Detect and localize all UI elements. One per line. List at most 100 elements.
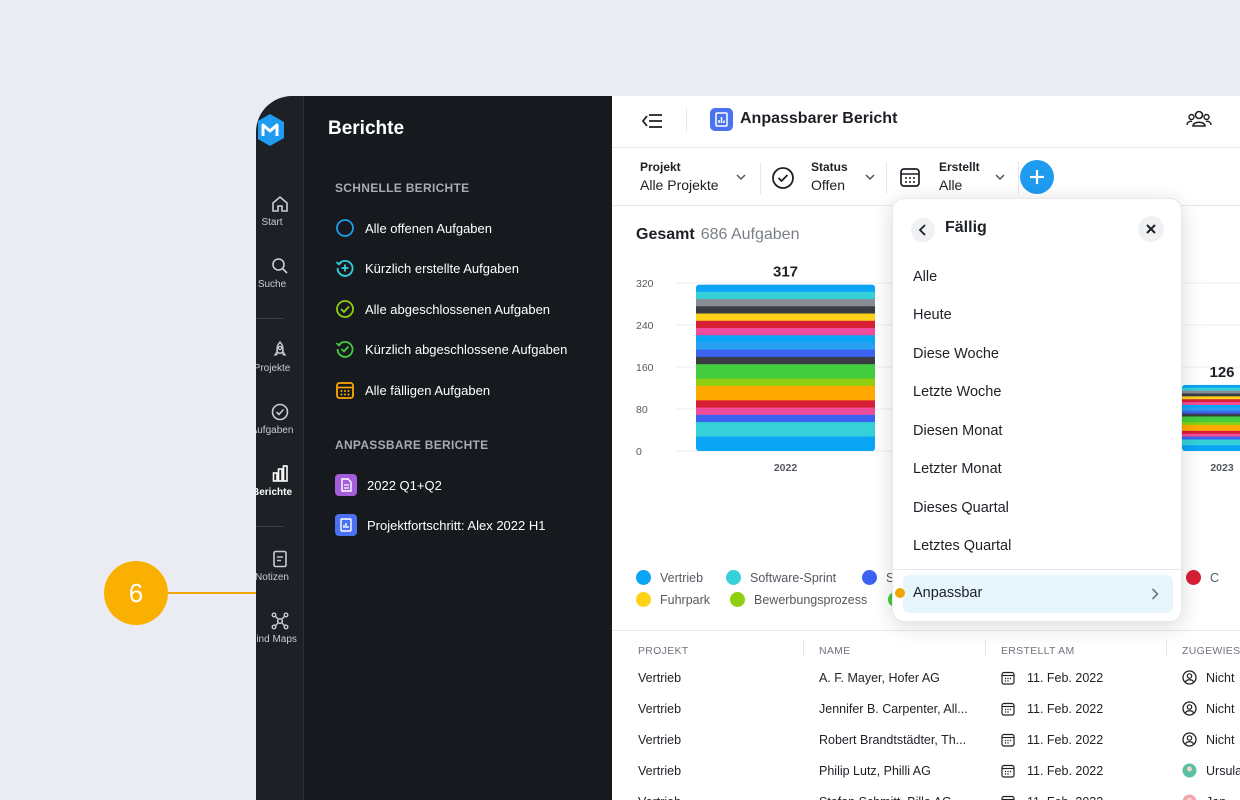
bar-segment <box>696 407 875 416</box>
document-icon <box>335 474 357 496</box>
bar-segment <box>696 371 875 380</box>
bar-segment <box>696 414 875 423</box>
collapse-sidebar-icon[interactable] <box>640 110 664 132</box>
project-filter-value: Alle Projekte <box>640 177 719 193</box>
cell-assignee: Nicht <box>1206 702 1235 716</box>
legend-swatch <box>726 570 741 585</box>
bar-segment <box>696 385 875 394</box>
app-logo-icon <box>258 114 284 146</box>
due-option-last-month[interactable]: Letzter Monat <box>913 461 1002 477</box>
quick-report-due[interactable]: Alle fälligen Aufgaben <box>335 378 490 402</box>
due-option-this-quarter[interactable]: Dieses Quartal <box>913 500 1009 516</box>
calendar-icon <box>900 168 920 187</box>
legend-swatch <box>636 570 651 585</box>
due-option-this-week[interactable]: Diese Woche <box>913 346 999 362</box>
legend-swatch <box>730 592 745 607</box>
filter-divider <box>760 162 761 194</box>
custom-report-2022-q1q2[interactable]: 2022 Q1+Q2 <box>335 473 442 497</box>
due-date-dropdown: Fällig Alle Heute Diese Woche Letzte Woc… <box>892 198 1183 622</box>
step-callout-badge: 6 <box>104 561 168 625</box>
nav-tasks[interactable]: Aufgaben <box>256 402 304 436</box>
due-option-today[interactable]: Heute <box>913 307 952 323</box>
cell-project: Vertrieb <box>638 702 682 716</box>
table-row[interactable]: Vertrieb A. F. Mayer, Hofer AG 11. Feb. 20… <box>612 663 1240 694</box>
due-option-custom[interactable]: Anpassbar <box>903 575 1173 613</box>
legend-item[interactable]: Vertrieb <box>636 570 703 585</box>
chevron-down-icon <box>736 174 746 180</box>
total-summary: Gesamt 686 Aufgaben <box>636 226 799 244</box>
column-header-assignee[interactable]: ZUGEWIESE <box>1182 645 1240 657</box>
bar-segment <box>696 342 875 351</box>
column-header-created[interactable]: ERSTELLT AM <box>1001 645 1075 657</box>
column-separator <box>1166 639 1167 657</box>
cell-created-date: 11. Feb. 2022 <box>1027 733 1104 747</box>
total-count: 686 Aufgaben <box>700 226 800 243</box>
cell-assignee: Nicht <box>1206 671 1235 685</box>
legend-item[interactable]: Fuhrpark <box>636 592 710 607</box>
table-row[interactable]: Vertrieb Robert Brandtstädter, Th... 11. F… <box>612 725 1240 756</box>
table-row[interactable]: Vertrieb Philip Lutz, Philli AG 11. Feb. 2… <box>612 756 1240 787</box>
add-filter-button[interactable] <box>1019 159 1055 195</box>
due-option-last-week[interactable]: Letzte Woche <box>913 384 1001 400</box>
back-button[interactable] <box>911 218 935 242</box>
bar-segment <box>696 356 875 365</box>
legend-label: Software-Sprint <box>750 570 837 585</box>
custom-report-label: Projektfortschritt: Alex 2022 H1 <box>367 517 546 533</box>
bar-segment <box>696 429 875 438</box>
calendar-icon <box>1001 702 1015 716</box>
cell-project: Vertrieb <box>638 795 681 800</box>
add-recent-icon <box>335 259 354 277</box>
due-option-all[interactable]: Alle <box>913 269 937 285</box>
due-option-last-quarter[interactable]: Letztes Quartal <box>913 538 1011 554</box>
due-option-this-month[interactable]: Diesen Monat <box>913 423 1002 439</box>
column-separator <box>985 639 986 657</box>
calendar-icon <box>1001 733 1015 747</box>
close-button[interactable] <box>1138 216 1164 242</box>
filter-divider <box>886 162 887 194</box>
legend-item[interactable]: S <box>862 570 894 585</box>
team-icon[interactable] <box>1186 108 1212 132</box>
quick-report-recent-created[interactable]: Kürzlich erstellte Aufgaben <box>335 256 519 280</box>
nav-divider <box>256 526 284 527</box>
bar-segment <box>696 306 875 315</box>
legend-item[interactable]: Software-Sprint <box>726 570 836 585</box>
created-filter-value: Alle <box>939 177 963 193</box>
table-row[interactable]: Vertrieb Stefan Schmitt, Billa AG 11. Feb.… <box>612 787 1240 800</box>
nav-mindmaps[interactable]: Mind Maps <box>256 611 304 645</box>
column-header-name[interactable]: NAME <box>819 645 851 657</box>
custom-reports-heading: ANPASSBARE BERICHTE <box>335 438 489 452</box>
legend-label: Fuhrpark <box>660 592 711 607</box>
check-circle-icon <box>336 300 354 318</box>
legend-item[interactable]: Bewerbungsprozess <box>730 592 867 607</box>
bar-value-label: 317 <box>773 264 798 281</box>
icon-rail: Start Suche Projekte Aufgaben Berichte N… <box>256 96 304 800</box>
quick-report-recent-completed[interactable]: Kürzlich abgeschlossene Aufgaben <box>335 337 567 361</box>
bar-segment <box>696 378 875 387</box>
nav-reports[interactable]: Berichte <box>256 464 304 498</box>
nav-notes-label: Notizen <box>256 572 289 583</box>
cell-name: Jennifer B. Carpenter, All... <box>819 702 968 716</box>
quick-report-completed[interactable]: Alle abgeschlossenen Aufgaben <box>335 297 550 321</box>
cell-created-date: 11. Feb. 2022 <box>1027 764 1104 778</box>
nav-search[interactable]: Suche <box>256 256 304 290</box>
bar-segment <box>696 335 875 344</box>
rocket-icon <box>273 340 287 356</box>
nav-start[interactable]: Start <box>256 194 304 228</box>
bar-value-label: 126 <box>1209 364 1234 381</box>
chevron-down-icon <box>865 174 875 180</box>
avatar <box>1182 794 1197 800</box>
column-header-project[interactable]: PROJEKT <box>638 645 689 657</box>
nav-notes[interactable]: Notizen <box>256 549 304 583</box>
quick-report-open-tasks[interactable]: Alle offenen Aufgaben <box>335 216 492 240</box>
table-row[interactable]: Vertrieb Jennifer B. Carpenter, All... 11.… <box>612 694 1240 725</box>
cell-assignee: Nicht <box>1206 733 1235 747</box>
legend-item[interactable]: C <box>1186 570 1219 585</box>
chart-document-icon <box>335 514 357 536</box>
cell-name: Philip Lutz, Philli AG <box>819 764 931 778</box>
avatar <box>1182 763 1197 778</box>
custom-report-project-progress[interactable]: Projektfortschritt: Alex 2022 H1 <box>335 513 545 537</box>
y-tick-label: 240 <box>636 320 654 332</box>
bar-chart-icon <box>272 465 288 482</box>
nav-projects[interactable]: Projekte <box>256 340 304 374</box>
status-filter-value: Offen <box>811 177 845 193</box>
